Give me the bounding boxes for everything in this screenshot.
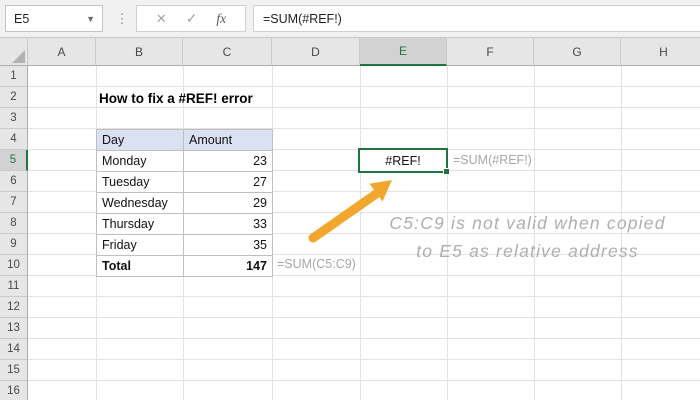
row-header-1[interactable]: 1: [0, 66, 28, 87]
formula-buttons: ✕ ✓ fx: [136, 5, 246, 32]
table-cell[interactable]: Thursday: [97, 214, 184, 235]
row-header-10[interactable]: 10: [0, 255, 28, 276]
row-header-8[interactable]: 8: [0, 213, 28, 234]
table-cell[interactable]: 35: [184, 235, 273, 256]
row-header-13[interactable]: 13: [0, 318, 28, 339]
table-cell[interactable]: Tuesday: [97, 172, 184, 193]
row-header-12[interactable]: 12: [0, 297, 28, 318]
row-header-14[interactable]: 14: [0, 339, 28, 360]
drag-handle-dots-icon: ⋮: [114, 5, 130, 32]
row-header-3[interactable]: 3: [0, 108, 28, 129]
formula-bar-chrome: E5 ▼ ⋮ ✕ ✓ fx =SUM(#REF!): [0, 0, 700, 38]
column-header-a[interactable]: A: [28, 38, 96, 66]
table-cell[interactable]: 147: [184, 256, 273, 277]
name-box[interactable]: E5 ▼: [5, 5, 103, 32]
row-header-4[interactable]: 4: [0, 129, 28, 150]
column-header-b[interactable]: B: [96, 38, 183, 66]
table-cell[interactable]: Total: [97, 256, 184, 277]
row-headers: 12345678910111213141516: [0, 66, 28, 400]
select-all-triangle-icon: [12, 50, 25, 63]
table-cell[interactable]: Day: [97, 130, 184, 151]
row-header-11[interactable]: 11: [0, 276, 28, 297]
name-box-value[interactable]: E5: [6, 12, 86, 26]
row-header-15[interactable]: 15: [0, 360, 28, 381]
select-all-corner[interactable]: [0, 38, 28, 66]
column-header-g[interactable]: G: [534, 38, 621, 66]
row-header-2[interactable]: 2: [0, 87, 28, 108]
column-header-d[interactable]: D: [272, 38, 360, 66]
formula-hint-total[interactable]: =SUM(C5:C9): [277, 254, 356, 275]
sheet-title[interactable]: How to fix a #REF! error: [99, 88, 253, 109]
name-box-dropdown-icon[interactable]: ▼: [86, 14, 102, 24]
table-cell[interactable]: Wednesday: [97, 193, 184, 214]
fill-handle[interactable]: [443, 168, 450, 175]
column-header-c[interactable]: C: [183, 38, 272, 66]
insert-function-icon[interactable]: fx: [216, 11, 226, 27]
annotation-arrow-icon: [300, 174, 400, 249]
column-header-h[interactable]: H: [621, 38, 700, 66]
row-header-5[interactable]: 5: [0, 150, 28, 171]
table-cell[interactable]: 33: [184, 214, 273, 235]
table-cell[interactable]: Friday: [97, 235, 184, 256]
formula-input[interactable]: =SUM(#REF!): [253, 5, 700, 32]
annotation-line2: to E5 as relative address: [360, 241, 695, 262]
cancel-icon[interactable]: ✕: [156, 11, 167, 27]
row-header-16[interactable]: 16: [0, 381, 28, 400]
selected-cell-e5[interactable]: #REF!: [358, 148, 448, 173]
table-cell[interactable]: 29: [184, 193, 273, 214]
annotation-line1: C5:C9 is not valid when copied: [360, 213, 695, 234]
data-table: DayAmountMonday23Tuesday27Wednesday29Thu…: [96, 129, 273, 277]
column-header-e[interactable]: E: [360, 38, 447, 66]
column-header-f[interactable]: F: [447, 38, 534, 66]
table-cell[interactable]: 23: [184, 151, 273, 172]
row-header-7[interactable]: 7: [0, 192, 28, 213]
table-cell[interactable]: 27: [184, 172, 273, 193]
table-cell[interactable]: Amount: [184, 130, 273, 151]
row-header-6[interactable]: 6: [0, 171, 28, 192]
column-headers: ABCDEFGH: [28, 38, 700, 66]
row-header-9[interactable]: 9: [0, 234, 28, 255]
formula-hint-e5[interactable]: =SUM(#REF!): [453, 150, 532, 171]
enter-icon[interactable]: ✓: [186, 10, 198, 27]
table-cell[interactable]: Monday: [97, 151, 184, 172]
formula-input-value: =SUM(#REF!): [254, 12, 342, 26]
selected-cell-value: #REF!: [385, 154, 420, 168]
